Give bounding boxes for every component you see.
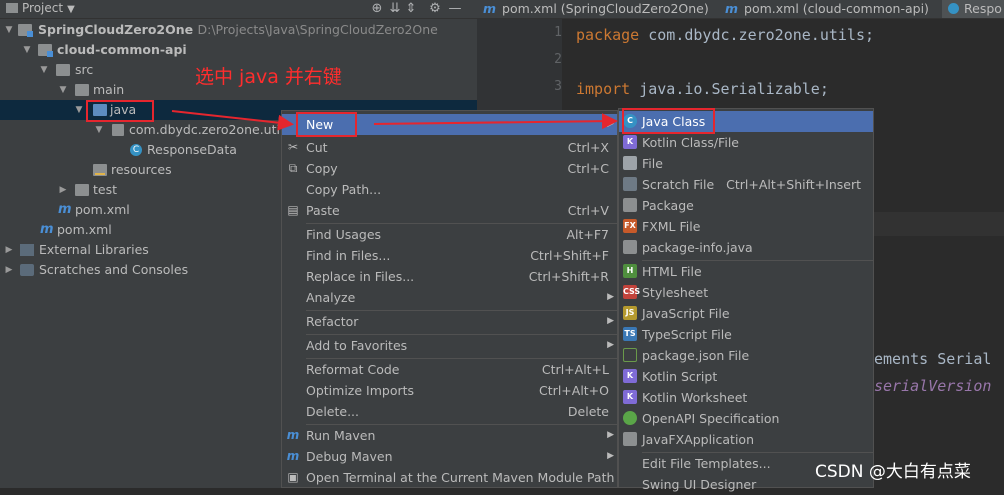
arrow-new-to-java-class: [373, 113, 618, 130]
annotation-text: 选中 java 并右键: [195, 66, 342, 88]
arrow-java-to-new: [171, 110, 294, 131]
annotation-arrows: [171, 110, 618, 131]
watermark: CSDN @大白有点菜: [815, 462, 971, 482]
